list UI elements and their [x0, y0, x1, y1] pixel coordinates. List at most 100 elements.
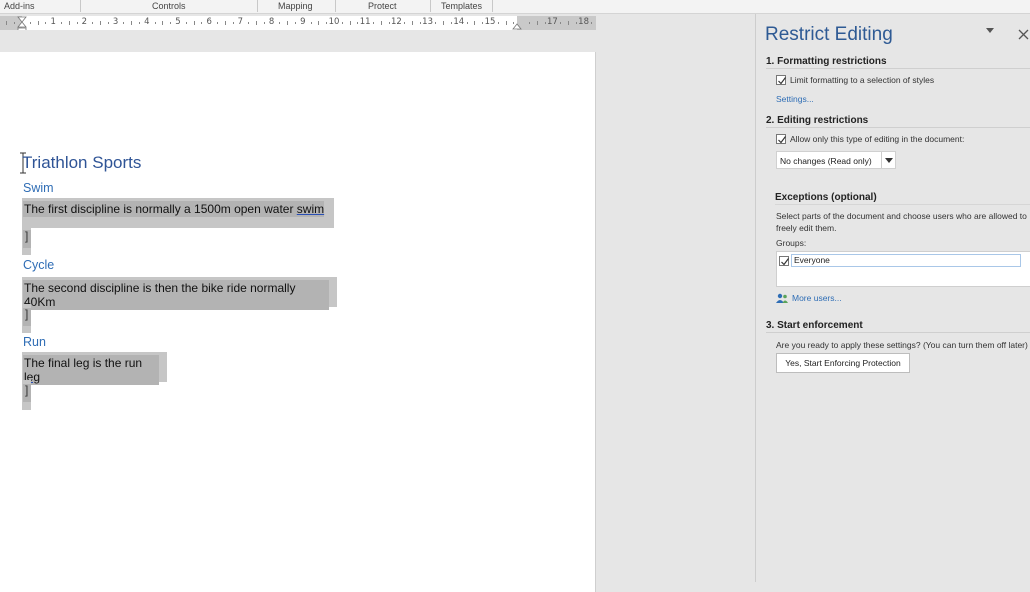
ruler-tick-mark: [419, 22, 421, 24]
allow-editing-label: Allow only this type of editing in the d…: [790, 134, 965, 144]
ruler-tick-mark: [170, 22, 172, 24]
limit-formatting-label: Limit formatting to a selection of style…: [790, 75, 935, 85]
ruler-tick-label: 11: [359, 17, 371, 27]
ruler-tick-mark: [310, 22, 312, 24]
group-everyone-checkbox[interactable]: [779, 255, 789, 266]
heading-swim[interactable]: Swim: [23, 181, 54, 195]
ruler-tick-label: 7: [237, 17, 244, 27]
ribbon-separator: [257, 0, 258, 12]
ruler-tick-mark: [380, 21, 382, 25]
more-users-link[interactable]: More users...: [776, 293, 842, 303]
ribbon-group-mapping: Mapping: [278, 1, 313, 11]
limit-formatting-checkbox-row[interactable]: Limit formatting to a selection of style…: [776, 75, 934, 85]
ruler-tick-mark: [154, 22, 156, 24]
limit-formatting-checkbox[interactable]: [776, 75, 786, 85]
document-title[interactable]: Triathlon Sports: [22, 153, 141, 173]
spelling-flag-word[interactable]: swim: [297, 202, 324, 216]
ruler-tick-mark: [443, 21, 445, 25]
groups-list[interactable]: Everyone: [776, 251, 1030, 287]
ruler-tick-mark: [100, 21, 101, 25]
ruler-tick-mark: [61, 22, 62, 24]
ruler-tick-mark: [224, 21, 226, 25]
allow-editing-checkbox[interactable]: [776, 134, 786, 144]
horizontal-ruler[interactable]: 1 2 3 4 5 6 7 8 9 10 11 12 13 14 15 17 18: [0, 16, 596, 30]
ruler-tick-label: 18: [578, 17, 590, 27]
more-users-label[interactable]: More users...: [792, 293, 842, 303]
ruler-tick-mark: [139, 22, 140, 24]
ruler-tick-label: 10: [328, 17, 340, 27]
right-indent-marker-icon[interactable]: [512, 22, 522, 30]
ruler-tick-label: 1: [50, 17, 56, 27]
ruler-tick-mark: [591, 22, 593, 24]
ribbon-separator: [80, 0, 81, 12]
ruler-tick-mark: [68, 21, 70, 25]
ribbon-group-protect: Protect: [368, 1, 397, 11]
ruler-tick-mark: [544, 22, 546, 24]
body-text-run: The final leg is the run: [24, 356, 143, 370]
ruler-tick-mark: [232, 22, 234, 24]
editing-type-select[interactable]: No changes (Read only): [776, 151, 896, 169]
enforcement-description: Are you ready to apply these settings? (…: [776, 340, 1028, 350]
editing-restrictions-heading: 2. Editing restrictions: [766, 115, 1030, 128]
ruler-tick-mark: [474, 21, 476, 25]
paragraph-mark-swim: ]: [22, 226, 31, 255]
ruler-tick-label: 2: [81, 17, 88, 27]
checkmark-icon: [778, 136, 786, 144]
ruler-tick-mark: [568, 21, 569, 25]
ruler-tick-mark: [193, 21, 195, 25]
exceptions-heading: Exceptions (optional): [775, 192, 1030, 205]
ruler-tick-mark: [6, 21, 8, 25]
heading-run[interactable]: Run: [23, 335, 46, 349]
ruler-tick-mark: [404, 22, 406, 24]
ruler-tick-label: 9: [300, 17, 306, 27]
ribbon-separator: [335, 0, 336, 12]
ribbon-separator: [430, 0, 431, 12]
ruler-tick-mark: [263, 22, 265, 24]
ruler-tick-mark: [497, 22, 499, 24]
editable-region-run[interactable]: The final leg is the run leg: [22, 352, 167, 385]
ruler-tick-mark: [373, 22, 374, 24]
ruler-tick-label: 6: [206, 17, 212, 27]
ruler-tick-mark: [341, 22, 343, 24]
ruler-tick-mark: [482, 22, 484, 24]
ruler-tick-mark: [217, 22, 218, 24]
checkmark-icon: [781, 257, 789, 265]
ruler-tick-label: 12: [390, 17, 402, 27]
ruler-tick-label: 5: [175, 17, 181, 27]
users-icon: [776, 293, 788, 303]
group-item-everyone[interactable]: Everyone: [779, 254, 1021, 267]
ruler-tick-mark: [185, 22, 187, 24]
pane-options-dropdown-icon[interactable]: [986, 28, 994, 34]
editing-type-value: No changes (Read only): [780, 156, 872, 166]
group-everyone-label[interactable]: Everyone: [791, 254, 1021, 267]
ruler-tick-mark: [131, 21, 133, 25]
close-icon[interactable]: [1018, 29, 1029, 40]
settings-link[interactable]: Settings...: [776, 94, 814, 104]
heading-cycle[interactable]: Cycle: [23, 258, 54, 272]
ribbon-group-controls: Controls: [152, 1, 186, 11]
ruler-tick-mark: [326, 22, 328, 24]
ruler-tick-mark: [76, 22, 78, 24]
pane-title: Restrict Editing: [765, 24, 893, 45]
editable-region-cycle[interactable]: The second discipline is then the bike r…: [22, 277, 337, 310]
paragraph-mark-run: ]: [22, 380, 31, 410]
start-enforcing-button[interactable]: Yes, Start Enforcing Protection: [776, 353, 910, 373]
ruler-tick-mark: [29, 22, 31, 24]
ruler-tick-mark: [295, 22, 296, 24]
body-text-swim: The first discipline is normally a 1500m…: [24, 202, 297, 216]
ruler-tick-mark: [92, 22, 94, 24]
dropdown-arrow-icon[interactable]: [881, 152, 895, 168]
editable-region-swim[interactable]: The first discipline is normally a 1500m…: [22, 198, 334, 228]
ruler-tick-mark: [123, 22, 125, 24]
ruler-tick-mark: [201, 22, 203, 24]
restrict-editing-pane: Restrict Editing 1. Formatting restricti…: [756, 14, 1030, 582]
ruler-tick-mark: [536, 21, 538, 25]
formatting-restrictions-heading: 1. Formatting restrictions: [766, 56, 1030, 69]
ruler-tick-label: 4: [144, 17, 150, 27]
ruler-tick-label: 3: [112, 17, 119, 27]
ruler-tick-mark: [45, 22, 47, 24]
ruler-tick-mark: [560, 22, 562, 24]
allow-editing-checkbox-row[interactable]: Allow only this type of editing in the d…: [776, 134, 964, 144]
document-page[interactable]: Triathlon Sports Swim The first discipli…: [0, 52, 596, 592]
ruler-tick-mark: [349, 21, 351, 25]
